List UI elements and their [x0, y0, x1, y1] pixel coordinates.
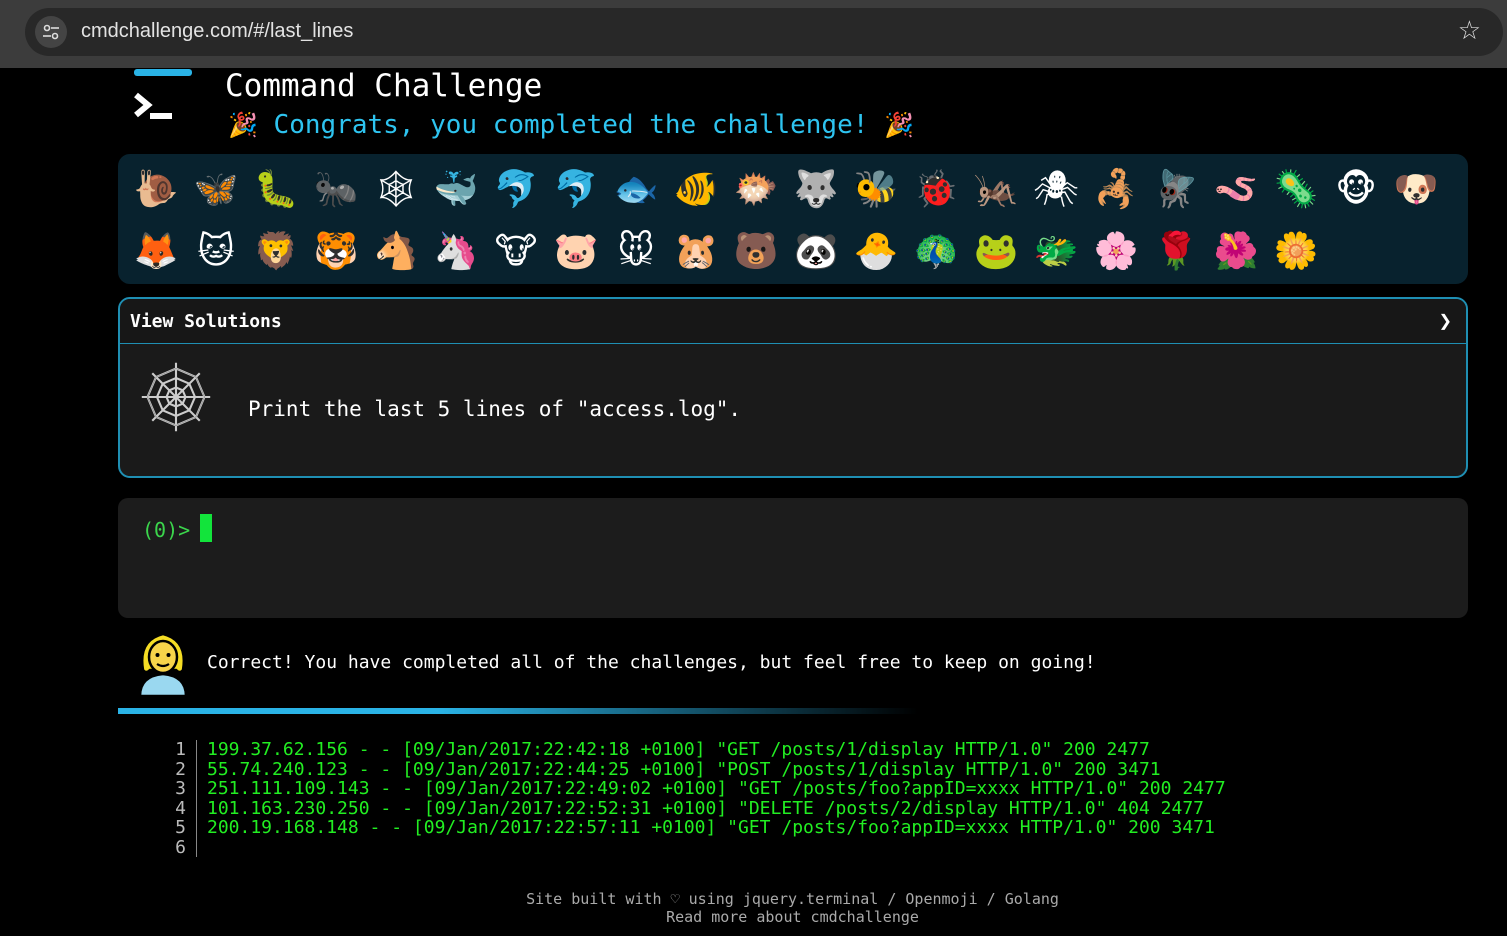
- terminal-logo-icon[interactable]: [128, 69, 194, 131]
- fox-icon[interactable]: 🦊: [126, 220, 186, 282]
- footer: Site built with ♡ using jquery.terminal …: [0, 890, 1507, 926]
- ant-icon[interactable]: 🐜: [306, 158, 366, 220]
- terminal[interactable]: (0)>: [118, 498, 1468, 618]
- site-info-button[interactable]: [35, 16, 67, 48]
- line-content: [197, 838, 207, 858]
- page-title: Command Challenge: [225, 68, 543, 104]
- hamster-icon[interactable]: 🐹: [666, 220, 726, 282]
- footer-credits: Site built with ♡ using jquery.terminal …: [0, 890, 1507, 908]
- congrats-text: Congrats, you completed the challenge!: [273, 110, 869, 140]
- whale-icon[interactable]: 🐳: [426, 158, 486, 220]
- pig-icon[interactable]: 🐷: [546, 220, 606, 282]
- cherry-blossom-icon[interactable]: 🌸: [1086, 220, 1146, 282]
- command-output: 1 199.37.62.156 - - [09/Jan/2017:22:42:18…: [160, 740, 1226, 857]
- terminal-cursor: [200, 514, 212, 542]
- line-number: 3: [160, 779, 197, 799]
- view-solutions-toggle[interactable]: View Solutions ❯: [120, 299, 1466, 344]
- bee-icon[interactable]: 🐝: [846, 158, 906, 220]
- cricket-icon[interactable]: 🦗: [966, 158, 1026, 220]
- hatching-chick-icon[interactable]: 🐣: [846, 220, 906, 282]
- star-outline-icon[interactable]: ☆: [1458, 17, 1481, 43]
- lion-icon[interactable]: 🦁: [246, 220, 306, 282]
- unicorn-icon[interactable]: 🦄: [426, 220, 486, 282]
- fish-icon[interactable]: 🐟: [606, 158, 666, 220]
- url-text[interactable]: cmdchallenge.com/#/last_lines: [81, 20, 353, 43]
- spider-web-icon: [141, 362, 211, 432]
- output-line: 1 199.37.62.156 - - [09/Jan/2017:22:42:18…: [160, 740, 1226, 760]
- footer-credits-prefix: Site built with ♡ using: [526, 890, 743, 908]
- peacock-icon[interactable]: 🦚: [906, 220, 966, 282]
- view-solutions-label: View Solutions: [130, 311, 282, 332]
- horse-icon[interactable]: 🐴: [366, 220, 426, 282]
- caterpillar-icon[interactable]: 🐛: [246, 158, 306, 220]
- line-content: 251.111.109.143 - - [09/Jan/2017:22:49:0…: [207, 778, 1226, 799]
- chevron-right-icon: ❯: [1438, 309, 1452, 334]
- hibiscus-icon[interactable]: 🌺: [1206, 220, 1266, 282]
- line-content: 200.19.168.148 - - [09/Jan/2017:22:57:11…: [207, 817, 1215, 838]
- snail-icon[interactable]: 🐌: [126, 158, 186, 220]
- footer-separator: /: [878, 890, 906, 908]
- output-line: 2 55.74.240.123 - - [09/Jan/2017:22:44:25…: [160, 758, 1226, 780]
- blossom-icon[interactable]: 🌼: [1266, 220, 1326, 282]
- blowfish-icon[interactable]: 🐡: [726, 158, 786, 220]
- panda-icon[interactable]: 🐼: [786, 220, 846, 282]
- line-content: 199.37.62.156 - - [09/Jan/2017:22:42:18 …: [207, 739, 1150, 760]
- openmoji-link[interactable]: Openmoji: [905, 890, 977, 908]
- dragon-icon[interactable]: 🐲: [1026, 220, 1086, 282]
- mouse-icon[interactable]: 🐭: [606, 220, 666, 282]
- solutions-panel: View Solutions ❯ Print the last 5 lines …: [118, 297, 1468, 478]
- line-content: 101.163.230.250 - - [09/Jan/2017:22:52:3…: [207, 797, 1204, 819]
- challenge-progress-panel: 🐌 🦋 🐛 🐜 🕸 🐳 🐬 🐬 🐟 🐠 🐡 🐺 🐝 🐞 🦗 🕷 🦂 🪰 🪱 🦠 🐵 🐶 🦊 🐱 🦁 🐯 🐴 🦄 🐮 🐷 🐭 🐹 🐻 🐼 🐣 🦚 🐸 🐲 🌸 🌹…: [118, 154, 1468, 284]
- golang-link[interactable]: Golang: [1005, 890, 1059, 908]
- address-bar[interactable]: cmdchallenge.com/#/last_lines ☆: [25, 8, 1503, 56]
- output-line: 5 200.19.168.148 - - [09/Jan/2017:22:57:1…: [160, 818, 1226, 838]
- tropical-fish-icon[interactable]: 🐠: [666, 158, 726, 220]
- line-number: 4: [160, 798, 197, 818]
- line-content: 55.74.240.123 - - [09/Jan/2017:22:44:25 …: [207, 758, 1161, 780]
- spider-web-icon[interactable]: 🕸: [366, 158, 426, 220]
- monkey-icon[interactable]: 🐵: [1326, 158, 1386, 220]
- footer-separator: /: [977, 890, 1005, 908]
- frog-icon[interactable]: 🐸: [966, 220, 1026, 282]
- tune-icon: [43, 24, 59, 40]
- scorpion-icon[interactable]: 🦂: [1086, 158, 1146, 220]
- bear-icon[interactable]: 🐻: [726, 220, 786, 282]
- woman-avatar-icon: [138, 632, 188, 696]
- dog-icon[interactable]: 🐶: [1386, 158, 1446, 220]
- line-number: 1: [160, 740, 197, 760]
- jquery-terminal-link[interactable]: jquery.terminal: [743, 890, 878, 908]
- congrats-banner: 🎉 Congrats, you completed the challenge!…: [228, 110, 914, 140]
- feedback-message: Correct! You have completed all of the c…: [207, 652, 1096, 673]
- microbe-icon[interactable]: 🦠: [1266, 158, 1326, 220]
- line-number: 2: [160, 759, 197, 779]
- cow-icon[interactable]: 🐮: [486, 220, 546, 282]
- ladybug-icon[interactable]: 🐞: [906, 158, 966, 220]
- butterfly-icon[interactable]: 🦋: [186, 158, 246, 220]
- challenge-description: Print the last 5 lines of "access.log".: [248, 397, 742, 421]
- line-number: 6: [160, 837, 197, 857]
- wolf-icon[interactable]: 🐺: [786, 158, 846, 220]
- terminal-prompt: (0)>: [142, 518, 191, 542]
- rose-icon[interactable]: 🌹: [1146, 220, 1206, 282]
- browser-toolbar: cmdchallenge.com/#/last_lines ☆: [0, 0, 1507, 68]
- read-more-link[interactable]: Read more about cmdchallenge: [666, 908, 919, 926]
- divider: [118, 708, 918, 714]
- output-line: 3 251.111.109.143 - - [09/Jan/2017:22:49:…: [160, 779, 1226, 799]
- party-popper-icon: 🎉: [228, 111, 258, 139]
- dolphin-icon[interactable]: 🐬: [486, 158, 546, 220]
- tiger-icon[interactable]: 🐯: [306, 220, 366, 282]
- dolphin-icon[interactable]: 🐬: [546, 158, 606, 220]
- worm-icon[interactable]: 🪱: [1206, 158, 1266, 220]
- spider-icon[interactable]: 🕷: [1026, 158, 1086, 220]
- fly-icon[interactable]: 🪰: [1146, 158, 1206, 220]
- cat-icon[interactable]: 🐱: [186, 220, 246, 282]
- challenge-emoji-grid: 🐌 🦋 🐛 🐜 🕸 🐳 🐬 🐬 🐟 🐠 🐡 🐺 🐝 🐞 🦗 🕷 🦂 🪰 🪱 🦠 🐵 🐶 🦊 🐱 🦁 🐯 🐴 🦄 🐮 🐷 🐭 🐹 🐻 🐼 🐣 🦚 🐸 🐲 🌸 🌹…: [126, 158, 1466, 282]
- line-number: 5: [160, 818, 197, 838]
- party-popper-icon: 🎉: [884, 111, 914, 139]
- output-line: 4 101.163.230.250 - - [09/Jan/2017:22:52:…: [160, 797, 1226, 819]
- output-line: 6: [160, 837, 1226, 858]
